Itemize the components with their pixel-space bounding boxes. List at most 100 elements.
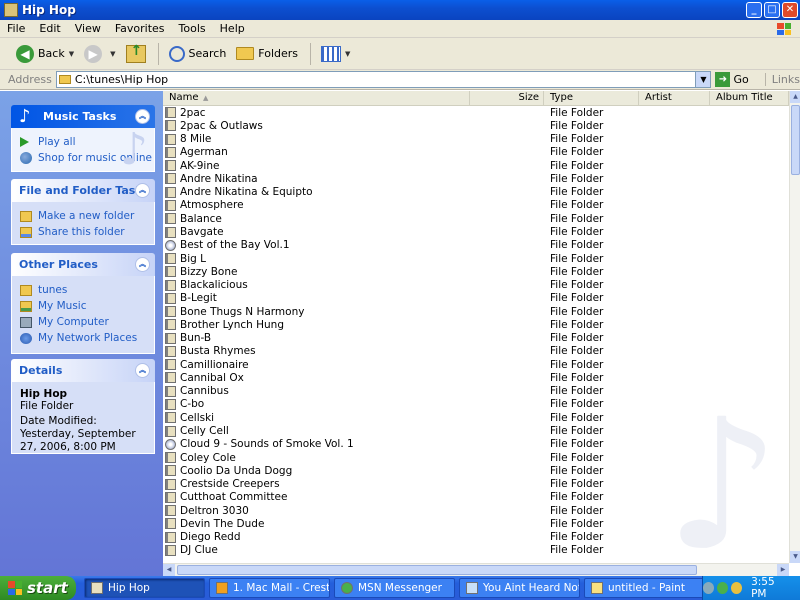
other-places-header[interactable]: Other Places ︽: [11, 253, 155, 276]
forward-button[interactable]: ▶ ▼: [80, 41, 119, 67]
collapse-chevron-icon[interactable]: ︽: [135, 363, 150, 378]
scroll-left-icon[interactable]: ◀: [163, 564, 175, 576]
file-name-cell[interactable]: Cannibal Ox: [165, 372, 244, 384]
file-name-cell[interactable]: 8 Mile: [165, 133, 211, 145]
file-name-cell[interactable]: Cannibus: [165, 385, 229, 397]
go-button[interactable]: ➜ Go: [715, 72, 749, 87]
table-row[interactable]: Celly Cell File Folder: [163, 424, 789, 437]
table-row[interactable]: Busta Rhymes File Folder: [163, 345, 789, 358]
file-name-cell[interactable]: Bun-B: [165, 332, 211, 344]
links-button[interactable]: Links: [764, 73, 800, 86]
taskbar-button-chat[interactable]: You Aint Heard Nothi...: [459, 578, 580, 598]
table-row[interactable]: Balance File Folder: [163, 212, 789, 225]
file-name-cell[interactable]: Agerman: [165, 146, 228, 158]
column-type[interactable]: Type: [544, 91, 639, 106]
tray-volume-icon[interactable]: [731, 582, 743, 594]
task-new-folder[interactable]: Make a new folder: [20, 208, 154, 224]
table-row[interactable]: Devin The Dude File Folder: [163, 517, 789, 530]
column-album-title[interactable]: Album Title: [710, 91, 789, 106]
table-row[interactable]: Brother Lynch Hung File Folder: [163, 318, 789, 331]
menu-view[interactable]: View: [68, 22, 108, 35]
title-bar[interactable]: Hip Hop _ □ ✕: [0, 0, 800, 20]
table-row[interactable]: 2pac File Folder: [163, 106, 789, 119]
back-dropdown-icon[interactable]: ▼: [69, 50, 74, 58]
file-name-cell[interactable]: Coolio Da Unda Dogg: [165, 465, 292, 477]
table-row[interactable]: Bone Thugs N Harmony File Folder: [163, 305, 789, 318]
file-name-cell[interactable]: Diego Redd: [165, 531, 241, 543]
maximize-button[interactable]: □: [764, 2, 780, 18]
file-name-cell[interactable]: Busta Rhymes: [165, 345, 256, 357]
file-name-cell[interactable]: Bavgate: [165, 226, 224, 238]
table-row[interactable]: Cellski File Folder: [163, 411, 789, 424]
table-row[interactable]: Atmosphere File Folder: [163, 199, 789, 212]
file-name-cell[interactable]: C-bo: [165, 398, 204, 410]
table-row[interactable]: Cutthoat Committee File Folder: [163, 491, 789, 504]
horizontal-scrollbar[interactable]: ◀ ▶: [163, 563, 789, 576]
file-name-cell[interactable]: Camillionaire: [165, 359, 249, 371]
file-name-cell[interactable]: Brother Lynch Hung: [165, 319, 284, 331]
file-name-cell[interactable]: Atmosphere: [165, 199, 244, 211]
file-name-cell[interactable]: Devin The Dude: [165, 518, 264, 530]
table-row[interactable]: B-Legit File Folder: [163, 292, 789, 305]
place-my-music[interactable]: My Music: [20, 298, 154, 314]
table-row[interactable]: 8 Mile File Folder: [163, 133, 789, 146]
table-row[interactable]: Andre Nikatina & Equipto File Folder: [163, 186, 789, 199]
column-artist[interactable]: Artist: [639, 91, 710, 106]
menu-help[interactable]: Help: [213, 22, 252, 35]
menu-favorites[interactable]: Favorites: [108, 22, 172, 35]
file-name-cell[interactable]: Cloud 9 - Sounds of Smoke Vol. 1: [165, 438, 354, 450]
table-row[interactable]: DJ Clue File Folder: [163, 544, 789, 557]
close-button[interactable]: ✕: [782, 2, 798, 18]
menu-tools[interactable]: Tools: [172, 22, 213, 35]
file-name-cell[interactable]: Best of the Bay Vol.1: [165, 239, 290, 251]
table-row[interactable]: Blackalicious File Folder: [163, 278, 789, 291]
clock[interactable]: 3:55 PM: [751, 576, 790, 600]
file-folder-tasks-header[interactable]: File and Folder Tasks ︽: [11, 179, 155, 202]
table-row[interactable]: Bun-B File Folder: [163, 332, 789, 345]
table-row[interactable]: Cannibus File Folder: [163, 385, 789, 398]
menu-edit[interactable]: Edit: [32, 22, 67, 35]
back-button[interactable]: ◀ Back ▼: [12, 41, 78, 67]
place-my-network[interactable]: My Network Places: [20, 330, 154, 346]
table-row[interactable]: Big L File Folder: [163, 252, 789, 265]
file-name-cell[interactable]: Crestside Creepers: [165, 478, 280, 490]
details-header[interactable]: Details ︽: [11, 359, 155, 382]
file-name-cell[interactable]: DJ Clue: [165, 544, 218, 556]
table-row[interactable]: Cannibal Ox File Folder: [163, 371, 789, 384]
file-name-cell[interactable]: Big L: [165, 253, 206, 265]
place-tunes[interactable]: tunes: [20, 282, 154, 298]
taskbar-button-paint[interactable]: untitled - Paint: [584, 578, 705, 598]
views-button[interactable]: ▼: [317, 41, 354, 67]
tray-messenger-icon[interactable]: [717, 582, 729, 594]
file-name-cell[interactable]: Bizzy Bone: [165, 266, 237, 278]
file-name-cell[interactable]: Cutthoat Committee: [165, 491, 287, 503]
folders-button[interactable]: Folders: [232, 41, 302, 67]
table-row[interactable]: Andre Nikatina File Folder: [163, 172, 789, 185]
table-row[interactable]: Deltron 3030 File Folder: [163, 504, 789, 517]
table-row[interactable]: Diego Redd File Folder: [163, 531, 789, 544]
file-name-cell[interactable]: AK-9ine: [165, 160, 219, 172]
table-row[interactable]: C-bo File Folder: [163, 398, 789, 411]
table-row[interactable]: Bizzy Bone File Folder: [163, 265, 789, 278]
music-tasks-header[interactable]: ♪ Music Tasks ︽: [11, 105, 155, 128]
file-name-cell[interactable]: Blackalicious: [165, 279, 248, 291]
file-name-cell[interactable]: Bone Thugs N Harmony: [165, 306, 304, 318]
address-input[interactable]: C:\tunes\Hip Hop ▼: [55, 71, 712, 88]
table-row[interactable]: Cloud 9 - Sounds of Smoke Vol. 1 File Fol…: [163, 438, 789, 451]
taskbar-button-msn[interactable]: MSN Messenger: [334, 578, 455, 598]
up-button[interactable]: [122, 41, 150, 67]
file-name-cell[interactable]: Andre Nikatina & Equipto: [165, 186, 313, 198]
collapse-chevron-icon[interactable]: ︽: [135, 257, 150, 272]
table-row[interactable]: Agerman File Folder: [163, 146, 789, 159]
file-name-cell[interactable]: Deltron 3030: [165, 505, 249, 517]
table-row[interactable]: Best of the Bay Vol.1 File Folder: [163, 239, 789, 252]
forward-dropdown-icon[interactable]: ▼: [110, 50, 115, 58]
collapse-chevron-icon[interactable]: ︽: [135, 183, 150, 198]
file-name-cell[interactable]: Balance: [165, 213, 222, 225]
file-name-cell[interactable]: Andre Nikatina: [165, 173, 258, 185]
table-row[interactable]: 2pac & Outlaws File Folder: [163, 119, 789, 132]
search-button[interactable]: Search: [165, 41, 231, 67]
minimize-button[interactable]: _: [746, 2, 762, 18]
start-button[interactable]: start: [0, 576, 76, 600]
scroll-thumb[interactable]: [177, 565, 697, 575]
